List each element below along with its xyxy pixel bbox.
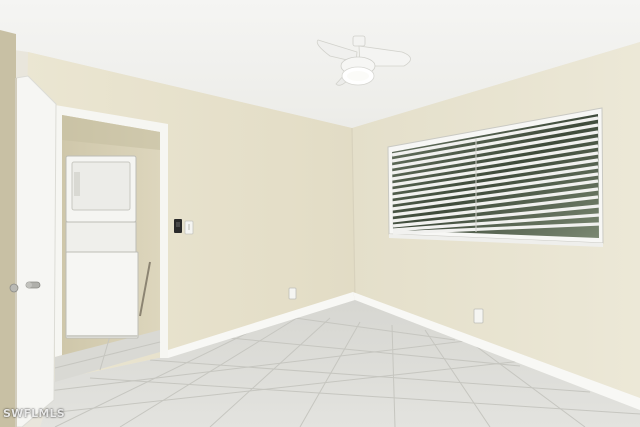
thermostat-icon xyxy=(174,219,182,233)
room-illustration xyxy=(0,0,640,427)
outlet-icon xyxy=(473,308,484,324)
room-scene: SWFLMLS xyxy=(0,0,640,427)
door xyxy=(15,75,57,427)
stacked-washer-dryer xyxy=(65,155,139,339)
washer xyxy=(65,251,139,339)
watermark: SWFLMLS xyxy=(3,407,65,420)
outlet-icon xyxy=(288,287,297,300)
light-switch-icon xyxy=(184,220,194,235)
washer-controls xyxy=(65,221,137,253)
